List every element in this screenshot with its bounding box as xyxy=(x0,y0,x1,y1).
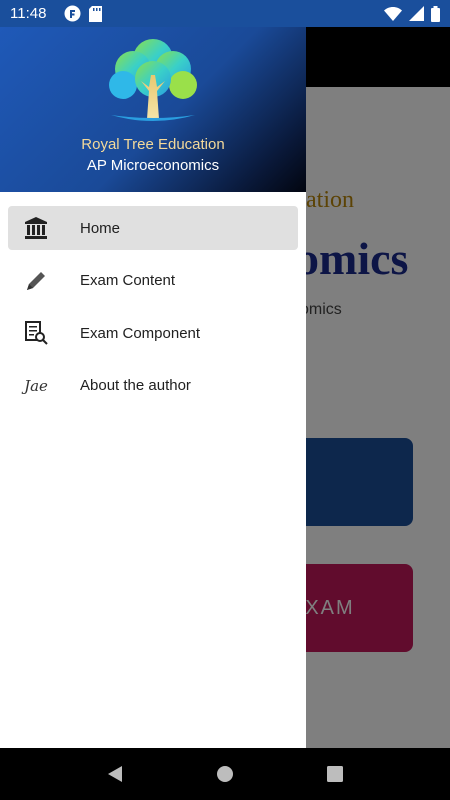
status-time: 11:48 xyxy=(10,5,47,22)
drawer-header: Royal Tree Education AP Microeconomics xyxy=(0,27,306,192)
navigation-drawer: Royal Tree Education AP Microeconomics H… xyxy=(0,27,306,748)
drawer-item-label: Exam Content xyxy=(80,272,176,289)
system-navigation-bar xyxy=(0,748,450,800)
back-icon[interactable] xyxy=(95,754,135,794)
bank-icon xyxy=(23,215,49,241)
drawer-item-label: Home xyxy=(80,219,121,237)
signal-icon xyxy=(409,6,424,21)
sd-card-icon xyxy=(89,5,103,22)
drawer-item-home[interactable]: Home xyxy=(8,206,298,250)
drawer-item-exam-content[interactable]: Exam Content xyxy=(8,259,298,303)
status-bar: 11:48 xyxy=(0,0,450,27)
home-icon[interactable] xyxy=(205,754,245,794)
drawer-item-about-author[interactable]: Jae About the author xyxy=(8,364,298,408)
drawer-menu: Home Exam Content Exam Component Jae Abo… xyxy=(0,192,306,408)
battery-icon xyxy=(431,5,440,22)
course-name: AP Microeconomics xyxy=(86,157,220,174)
recents-icon[interactable] xyxy=(315,754,355,794)
document-search-icon xyxy=(23,320,49,346)
wifi-icon xyxy=(384,6,402,21)
brand-name: Royal Tree Education xyxy=(81,136,225,153)
pencil-icon xyxy=(23,268,49,294)
tree-logo-icon xyxy=(103,35,203,128)
drawer-item-exam-component[interactable]: Exam Component xyxy=(8,311,298,355)
drawer-item-label: About the author xyxy=(80,377,191,394)
f-app-icon xyxy=(64,5,81,22)
signature-icon: Jae xyxy=(24,376,48,395)
drawer-item-label: Exam Component xyxy=(80,324,201,342)
